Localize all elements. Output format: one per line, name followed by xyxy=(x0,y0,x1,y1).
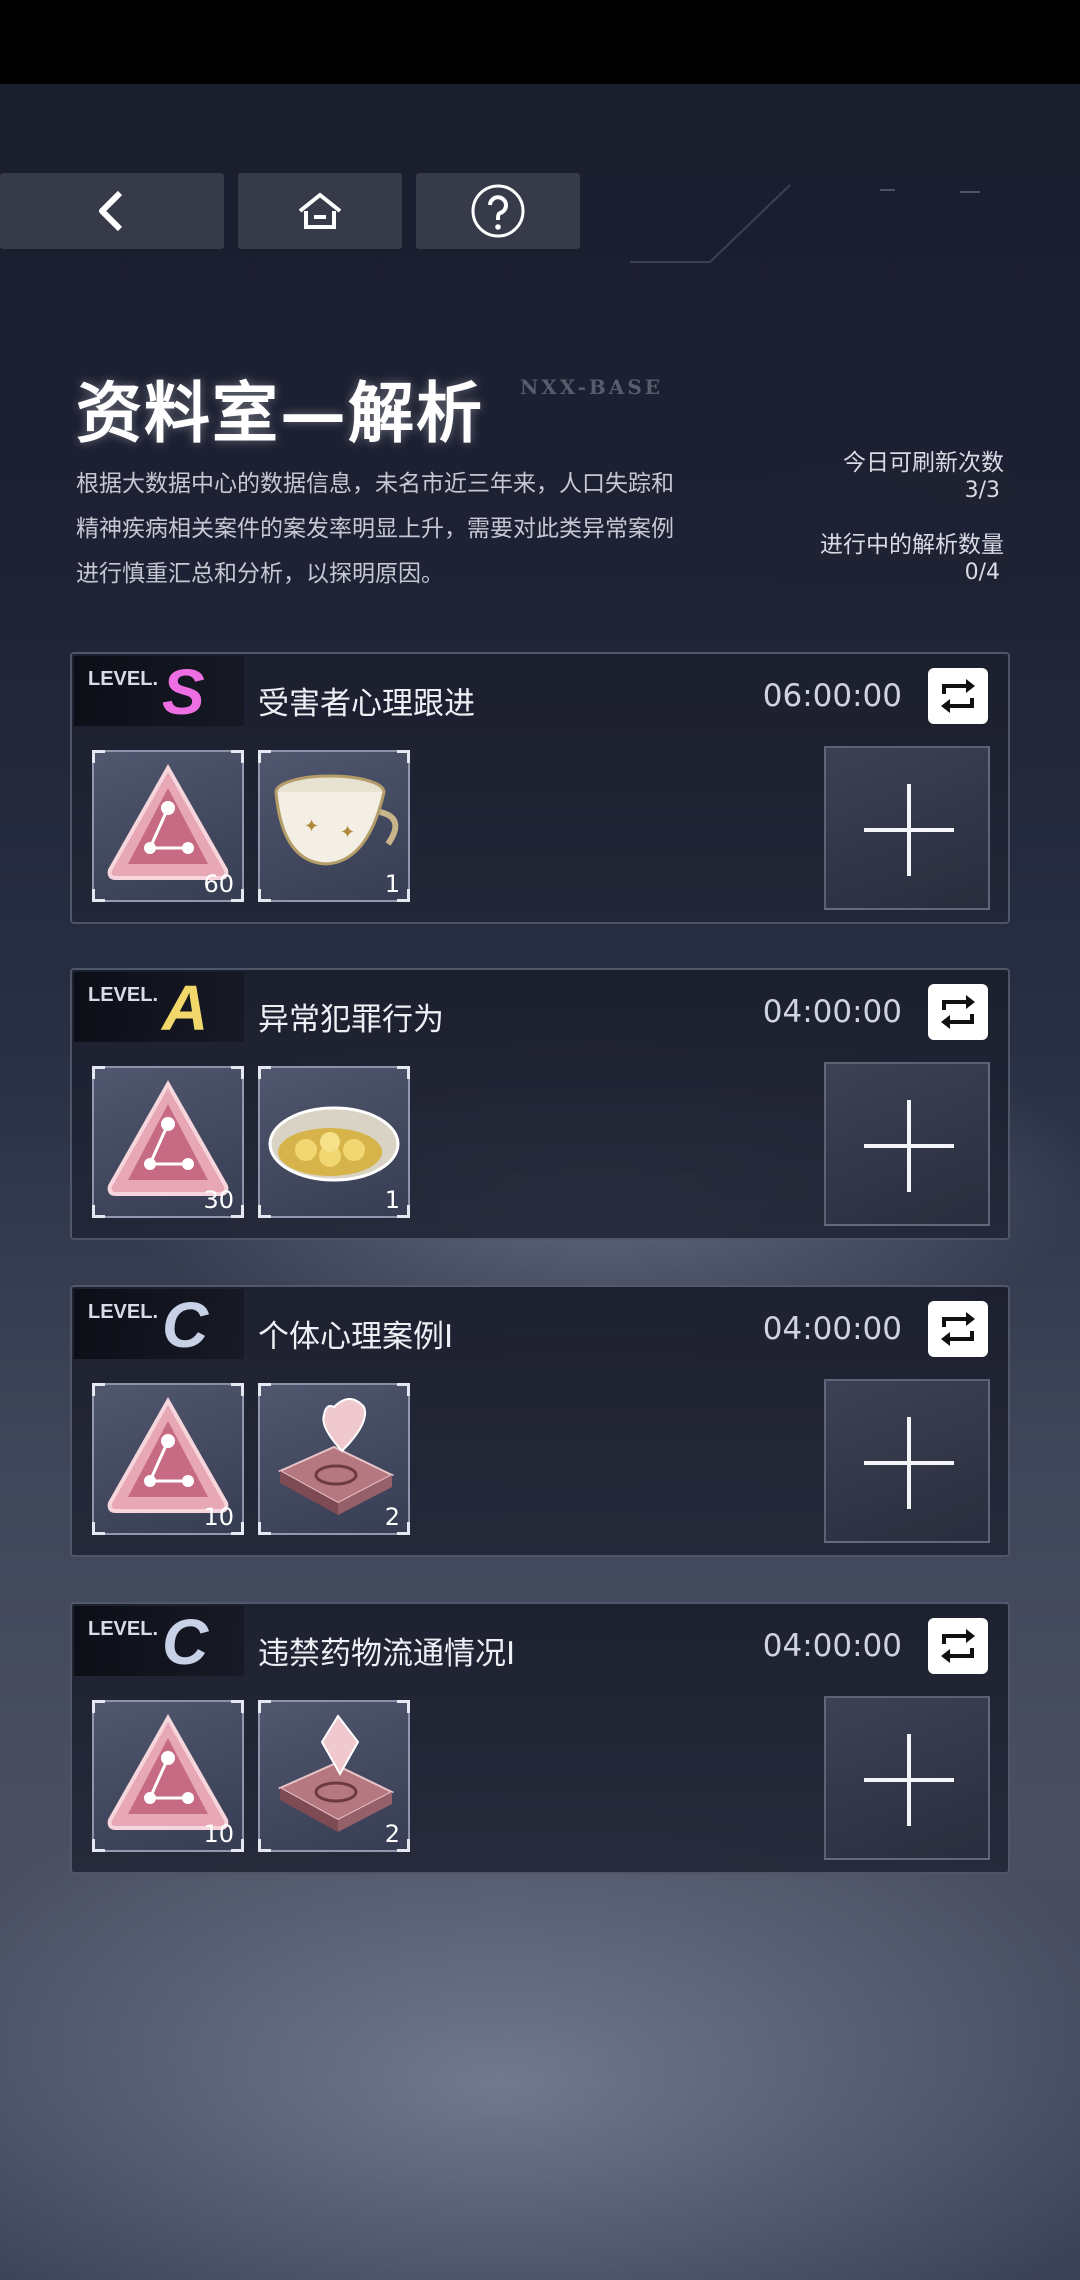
analysis-card[interactable]: LEVEL. A 异常犯罪行为 04:00:00 30 1 xyxy=(70,968,1010,1240)
plus-icon xyxy=(864,1100,954,1192)
refresh-icon xyxy=(941,1629,975,1663)
level-letter: S xyxy=(162,656,205,728)
reward-quantity: 10 xyxy=(203,1820,234,1848)
add-character-slot[interactable] xyxy=(824,1379,990,1543)
reward-quantity: 30 xyxy=(203,1186,234,1214)
reward-quantity: 1 xyxy=(384,870,400,898)
refresh-button[interactable] xyxy=(928,1618,988,1674)
refresh-icon xyxy=(941,995,975,1029)
active-analysis-value: 0/4 xyxy=(964,560,1000,585)
plus-icon xyxy=(864,1734,954,1826)
home-icon xyxy=(298,192,342,229)
reward-item[interactable]: 10 xyxy=(92,1700,244,1852)
status-bar xyxy=(0,0,1080,84)
case-timer: 06:00:00 xyxy=(762,678,902,714)
analysis-card[interactable]: LEVEL. S 受害者心理跟进 06:00:00 60 ✦ ✦ 1 xyxy=(70,652,1010,924)
level-letter: A xyxy=(162,972,209,1044)
refresh-count-value: 3/3 xyxy=(964,478,1000,503)
help-button[interactable] xyxy=(416,173,580,249)
active-analysis-label: 进行中的解析数量 xyxy=(820,532,1004,558)
level-letter: C xyxy=(162,1289,209,1361)
reward-item[interactable]: ✦ ✦ 1 xyxy=(258,750,410,902)
svg-text:✦: ✦ xyxy=(304,816,319,837)
level-word: LEVEL. xyxy=(88,984,159,1006)
back-button[interactable] xyxy=(0,173,224,249)
page-description: 根据大数据中心的数据信息，未名市近三年来，人口失踪和精神疾病相关案件的案发率明显… xyxy=(76,471,674,587)
refresh-count-label: 今日可刷新次数 xyxy=(843,450,1004,476)
analysis-card[interactable]: LEVEL. C 个体心理案例Ⅰ 04:00:00 10 2 xyxy=(70,1285,1010,1557)
level-badge: LEVEL. C xyxy=(74,1289,244,1361)
case-title: 个体心理案例Ⅰ xyxy=(258,1319,454,1355)
case-title: 违禁药物流通情况Ⅰ xyxy=(258,1636,516,1672)
reward-item[interactable]: 2 xyxy=(258,1383,410,1535)
decorative-lines xyxy=(630,184,980,263)
refresh-icon xyxy=(941,679,975,713)
refresh-icon xyxy=(941,1312,975,1346)
add-character-slot[interactable] xyxy=(824,1062,990,1226)
page-title: 资料室—解析 xyxy=(76,374,484,452)
reward-item[interactable]: 60 xyxy=(92,750,244,902)
case-title: 异常犯罪行为 xyxy=(258,1002,444,1038)
case-title: 受害者心理跟进 xyxy=(258,686,475,722)
refresh-button[interactable] xyxy=(928,984,988,1040)
level-badge: LEVEL. S xyxy=(74,656,244,728)
plus-icon xyxy=(864,784,954,876)
add-character-slot[interactable] xyxy=(824,1696,990,1860)
plus-icon xyxy=(864,1417,954,1509)
reward-quantity: 10 xyxy=(203,1503,234,1531)
reward-item[interactable]: 1 xyxy=(258,1066,410,1218)
page-subtitle: NXX-BASE xyxy=(520,375,664,399)
reward-quantity: 60 xyxy=(203,870,234,898)
add-character-slot[interactable] xyxy=(824,746,990,910)
analysis-card[interactable]: LEVEL. C 违禁药物流通情况Ⅰ 04:00:00 10 2 xyxy=(70,1602,1010,1874)
reward-item[interactable]: 2 xyxy=(258,1700,410,1852)
level-badge: LEVEL. C xyxy=(74,1606,244,1678)
level-word: LEVEL. xyxy=(88,1618,159,1640)
reward-quantity: 2 xyxy=(384,1503,400,1531)
svg-text:✦: ✦ xyxy=(340,822,355,843)
level-word: LEVEL. xyxy=(88,1301,159,1323)
refresh-button[interactable] xyxy=(928,1301,988,1357)
home-button[interactable] xyxy=(238,173,402,249)
question-circle-icon xyxy=(471,184,525,238)
level-badge: LEVEL. A xyxy=(74,972,244,1044)
refresh-button[interactable] xyxy=(928,668,988,724)
level-letter: C xyxy=(162,1606,209,1678)
reward-quantity: 1 xyxy=(384,1186,400,1214)
reward-item[interactable]: 10 xyxy=(92,1383,244,1535)
case-timer: 04:00:00 xyxy=(762,1628,902,1664)
chevron-left-icon xyxy=(99,190,123,232)
level-word: LEVEL. xyxy=(88,668,159,690)
reward-quantity: 2 xyxy=(384,1820,400,1848)
reward-item[interactable]: 30 xyxy=(92,1066,244,1218)
case-timer: 04:00:00 xyxy=(762,994,902,1030)
case-timer: 04:00:00 xyxy=(762,1311,902,1347)
